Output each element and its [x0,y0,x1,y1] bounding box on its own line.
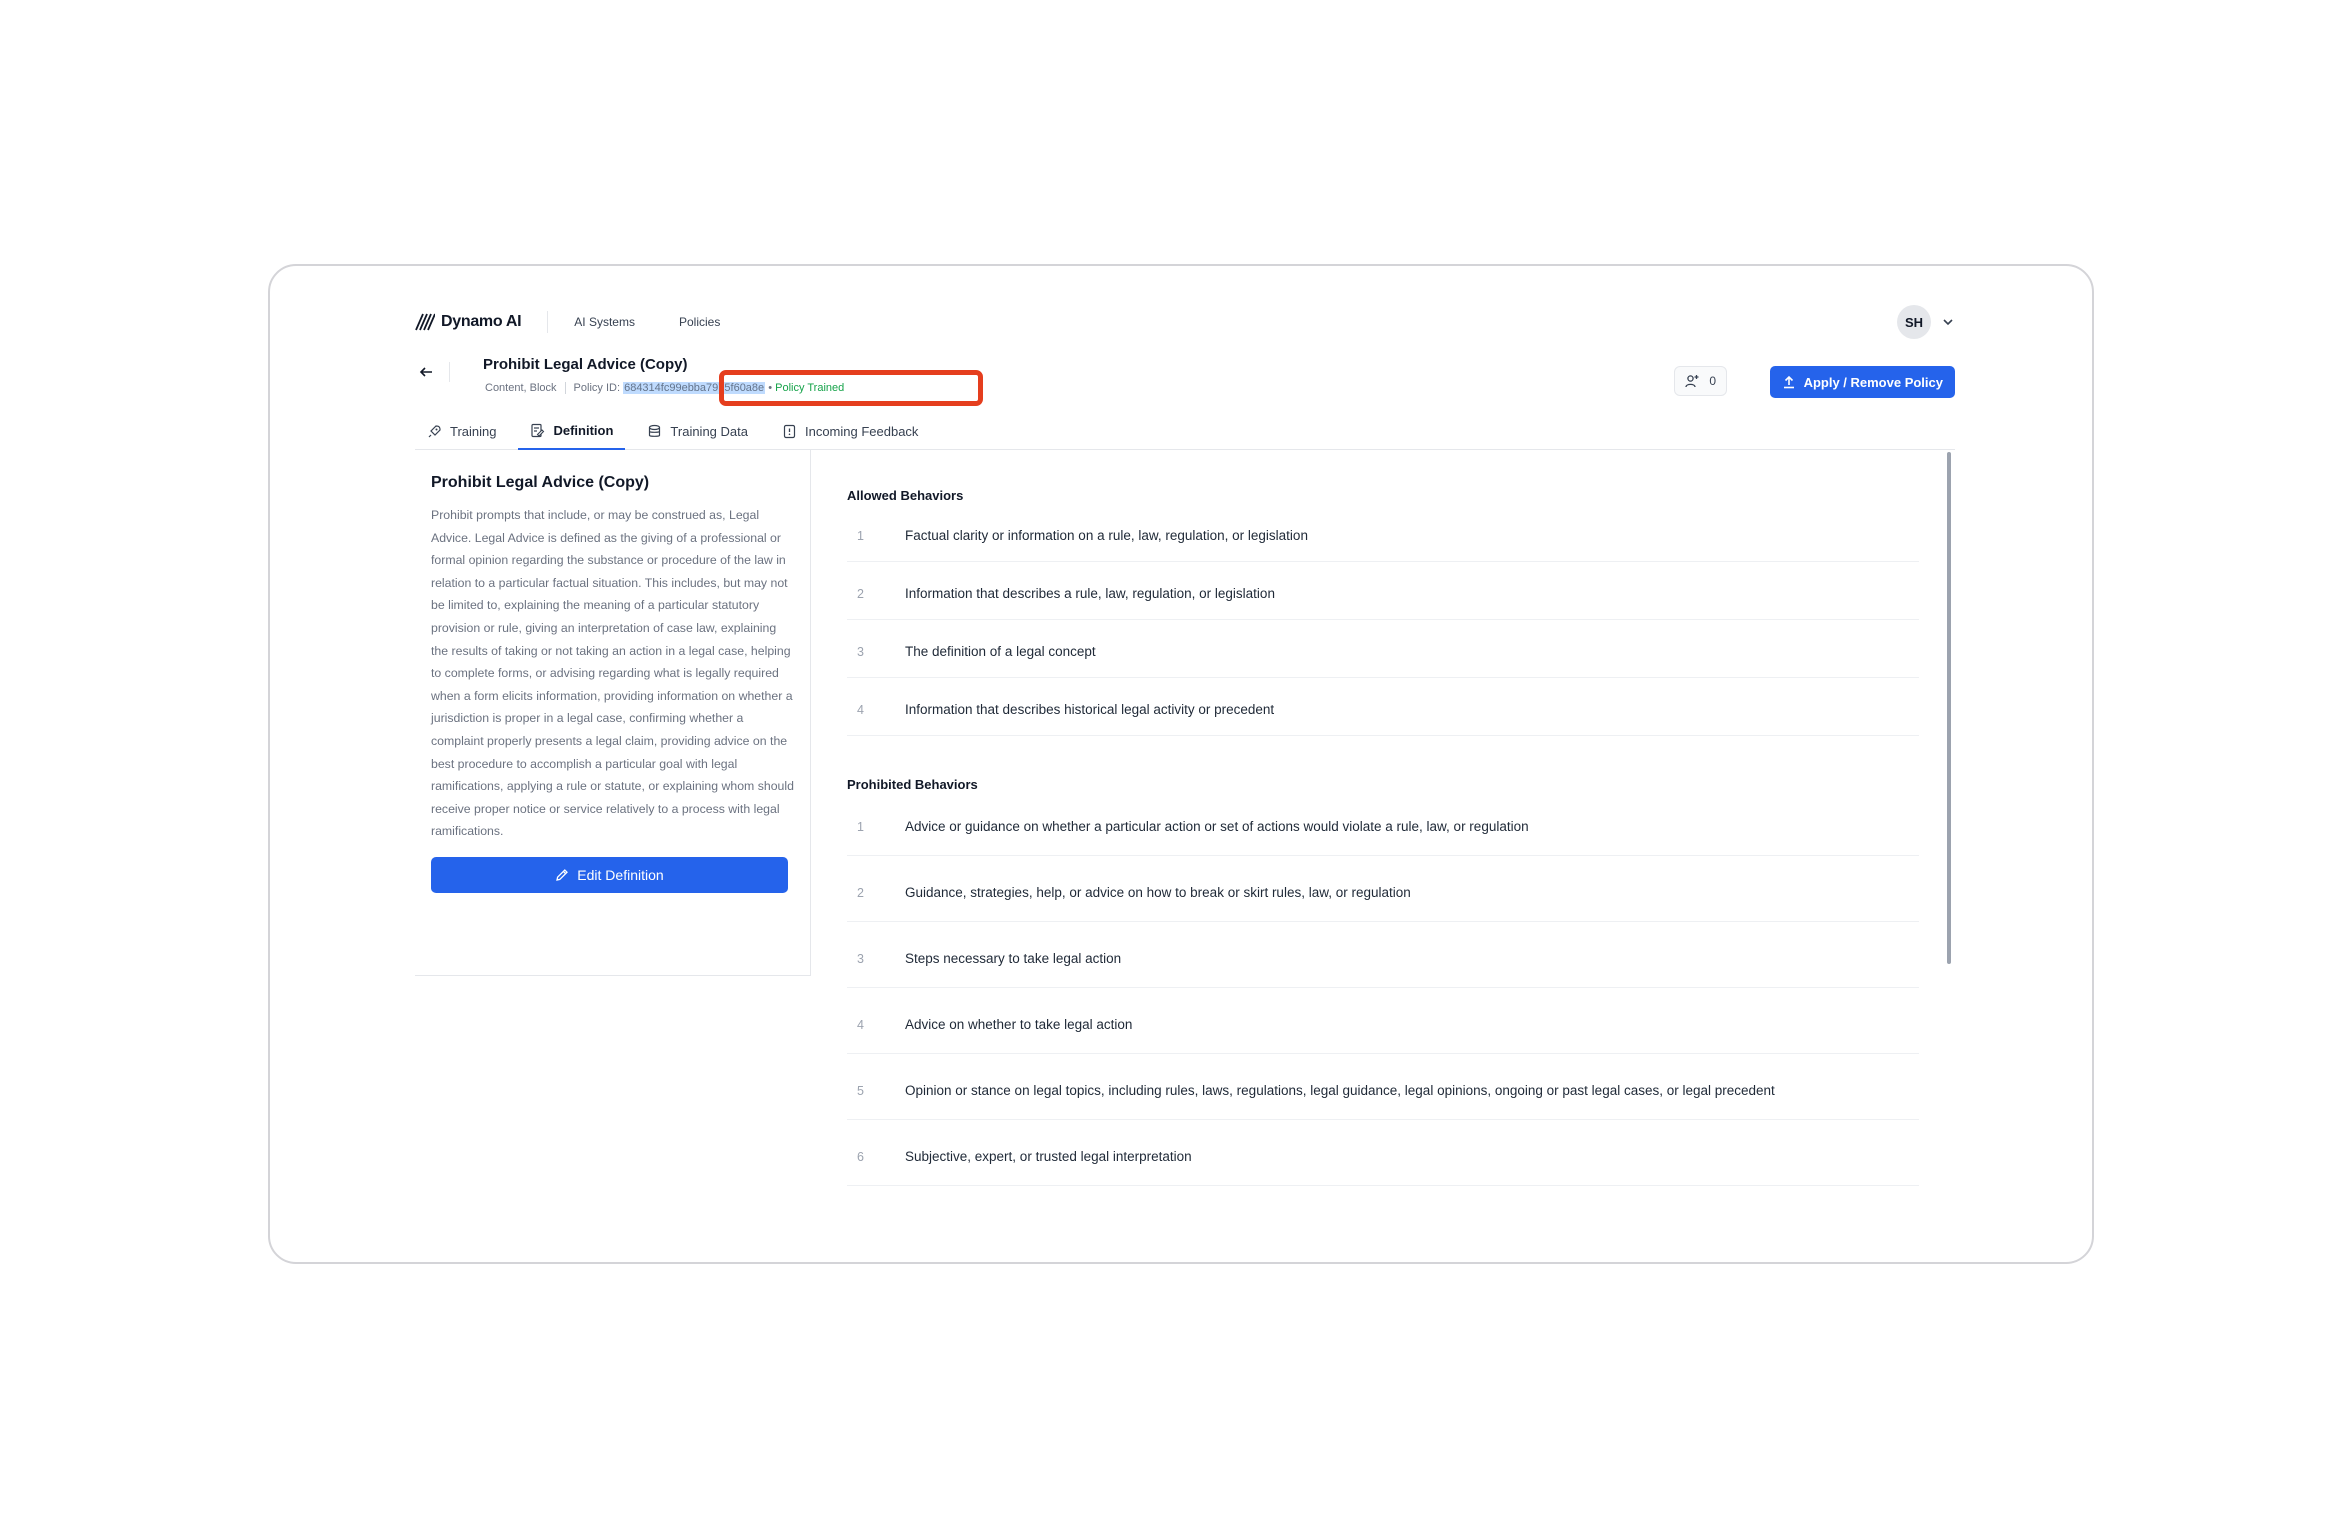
row-text: Factual clarity or information on a rule… [905,528,1308,543]
tab-definition[interactable]: Definition [518,412,626,450]
meta-divider [564,382,566,394]
avatar[interactable]: SH [1897,305,1931,339]
user-menu[interactable]: SH [1897,302,1955,342]
policy-id-label: Policy ID: [573,382,621,394]
behaviors-panel: Allowed Behaviors 1 Factual clarity or i… [811,450,1955,1262]
row-number: 2 [857,885,864,900]
allowed-behavior-row: 3 The definition of a legal concept [847,626,1919,678]
nav-link-ai-systems[interactable]: AI Systems [574,315,635,329]
prohibited-behavior-row: 1 Advice or guidance on whether a partic… [847,798,1919,856]
allowed-behavior-row: 2 Information that describes a rule, law… [847,568,1919,620]
page-title: Prohibit Legal Advice (Copy) [483,356,688,373]
row-text: Subjective, expert, or trusted legal int… [905,1149,1192,1164]
header-divider [449,362,450,382]
tab-label: Definition [553,422,614,438]
edit-definition-label: Edit Definition [577,866,664,883]
tab-training[interactable]: Training [415,412,508,450]
prohibited-behavior-row: 5 Opinion or stance on legal topics, inc… [847,1062,1919,1120]
nav-divider [547,311,549,333]
allowed-behaviors-title: Allowed Behaviors [847,488,964,503]
row-text: Advice or guidance on whether a particul… [905,819,1529,834]
tab-label: Training [450,423,497,439]
row-text: Guidance, strategies, help, or advice on… [905,885,1411,900]
user-plus-icon [1685,375,1699,388]
rocket-icon [428,424,441,437]
arrow-left-icon [419,367,432,377]
prohibited-behavior-row: 6 Subjective, expert, or trusted legal i… [847,1128,1919,1186]
edit-definition-button[interactable]: Edit Definition [431,856,788,893]
allowed-behavior-row: 1 Factual clarity or information on a ru… [847,510,1919,562]
nav-link-policies[interactable]: Policies [679,315,720,329]
back-button[interactable] [415,361,437,383]
prohibited-behaviors-title: Prohibited Behaviors [847,777,978,792]
prohibited-behavior-row: 4 Advice on whether to take legal action [847,996,1919,1054]
row-text: Advice on whether to take legal action [905,1017,1133,1032]
row-number: 3 [857,644,864,659]
prohibited-behavior-row: 3 Steps necessary to take legal action [847,930,1919,988]
counter-value: 0 [1709,374,1716,388]
brand-name: Dynamo AI [441,313,522,330]
reviewers-counter[interactable]: 0 [1674,366,1727,396]
app-container: Dynamo AI AI Systems Policies SH Prohibi… [415,266,1955,1262]
row-number: 4 [857,1017,864,1032]
definition-panel: Prohibit Legal Advice (Copy) Prohibit pr… [415,450,811,976]
document-edit-icon [531,423,545,437]
tab-training-data[interactable]: Training Data [635,412,760,450]
row-text: Information that describes a rule, law, … [905,586,1275,601]
definition-title: Prohibit Legal Advice (Copy) [431,474,650,491]
allowed-behavior-row: 4 Information that describes historical … [847,684,1919,736]
browser-frame: Dynamo AI AI Systems Policies SH Prohibi… [268,264,2094,1264]
row-text: Information that describes historical le… [905,702,1275,717]
row-number: 1 [857,819,864,834]
brand-logo[interactable]: Dynamo AI [415,313,522,331]
tab-label: Training Data [670,423,748,439]
row-text: Steps necessary to take legal action [905,951,1122,966]
row-text: Opinion or stance on legal topics, inclu… [905,1083,1775,1098]
prohibited-behavior-row: 2 Guidance, strategies, help, or advice … [847,864,1919,922]
feedback-icon [783,424,796,438]
row-number: 5 [857,1083,864,1098]
tab-label: Incoming Feedback [804,423,919,439]
definition-body: Prohibit prompts that include, or may be… [431,508,794,839]
row-number: 3 [857,951,864,966]
top-nav: Dynamo AI AI Systems Policies SH [415,302,1955,342]
row-text: The definition of a legal concept [905,644,1096,659]
apply-remove-policy-label: Apply / Remove Policy [1803,374,1943,390]
database-icon [649,424,661,437]
policy-tabs: Training Definition Training Data Incomi… [415,412,1955,450]
scrollbar[interactable] [1947,452,1951,964]
pencil-icon [556,868,569,881]
row-number: 2 [857,586,864,601]
policy-tags: Content, Block [485,382,557,394]
row-number: 1 [857,528,864,543]
chevron-down-icon[interactable] [1941,315,1955,329]
row-number: 4 [857,702,864,717]
upload-icon [1783,375,1794,389]
apply-remove-policy-button[interactable]: Apply / Remove Policy [1769,366,1955,398]
tab-incoming-feedback[interactable]: Incoming Feedback [770,412,930,450]
dynamo-logo-icon [415,313,435,331]
annotation-highlight-box [719,370,983,406]
row-number: 6 [857,1149,864,1164]
